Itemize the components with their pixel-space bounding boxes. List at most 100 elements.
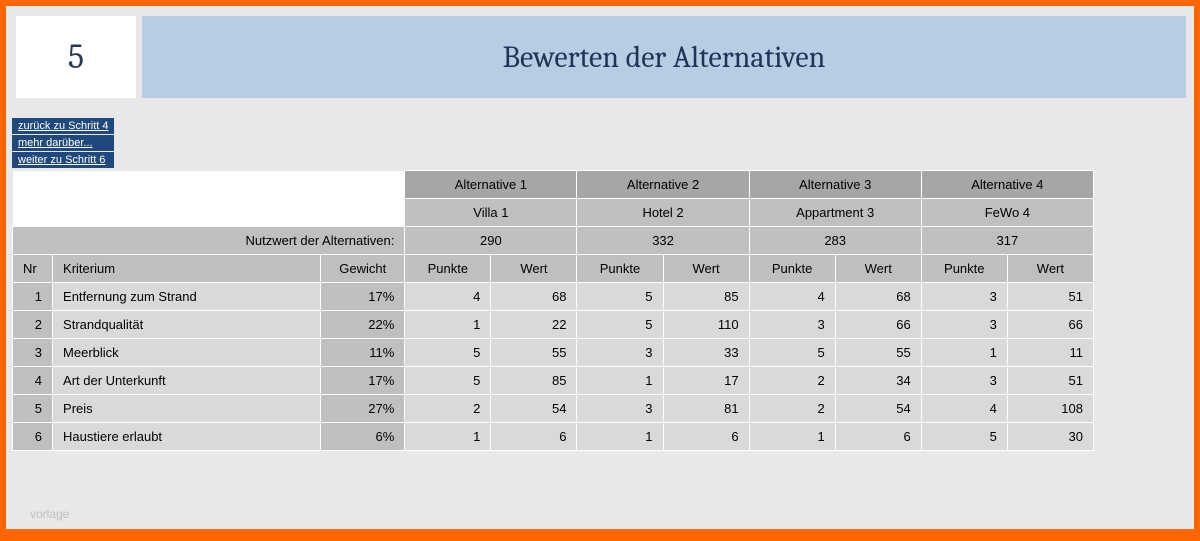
row-punkte: 3: [921, 311, 1007, 339]
row-punkte: 3: [921, 367, 1007, 395]
row-wert: 54: [491, 395, 577, 423]
row-kriterium: Preis: [53, 395, 321, 423]
row-punkte: 1: [749, 423, 835, 451]
row-punkte: 1: [405, 311, 491, 339]
nutzwert-1: 290: [405, 227, 577, 255]
nutzwert-3: 283: [749, 227, 921, 255]
col-punkte-1: Punkte: [405, 255, 491, 283]
col-punkte-2: Punkte: [577, 255, 663, 283]
row-gewicht: 27%: [321, 395, 405, 423]
row-punkte: 5: [405, 339, 491, 367]
row-wert: 55: [491, 339, 577, 367]
row-punkte: 2: [749, 395, 835, 423]
row-gewicht: 11%: [321, 339, 405, 367]
table-row: 1Entfernung zum Strand17%468585468351: [13, 283, 1094, 311]
row-wert: 33: [663, 339, 749, 367]
row-punkte: 3: [921, 283, 1007, 311]
row-punkte: 3: [749, 311, 835, 339]
col-wert-2: Wert: [663, 255, 749, 283]
row-punkte: 5: [921, 423, 1007, 451]
row-wert: 51: [1007, 283, 1093, 311]
row-wert: 54: [835, 395, 921, 423]
row-nr: 6: [13, 423, 53, 451]
row-punkte: 5: [577, 283, 663, 311]
row-wert: 6: [491, 423, 577, 451]
alt-header-1: Alternative 1: [405, 171, 577, 199]
row-kriterium: Strandqualität: [53, 311, 321, 339]
row-nr: 5: [13, 395, 53, 423]
row-kriterium: Art der Unterkunft: [53, 367, 321, 395]
alt-name-3: Appartment 3: [749, 199, 921, 227]
col-wert-1: Wert: [491, 255, 577, 283]
col-gewicht: Gewicht: [321, 255, 405, 283]
row-punkte: 4: [749, 283, 835, 311]
alt-header-4: Alternative 4: [921, 171, 1093, 199]
row-wert: 55: [835, 339, 921, 367]
row-wert: 66: [835, 311, 921, 339]
row-gewicht: 6%: [321, 423, 405, 451]
row-wert: 108: [1007, 395, 1093, 423]
row-nr: 3: [13, 339, 53, 367]
row-gewicht: 17%: [321, 283, 405, 311]
more-link[interactable]: mehr darüber...: [12, 135, 114, 151]
table-row: 3Meerblick11%555333555111: [13, 339, 1094, 367]
table-row: 4Art der Unterkunft17%585117234351: [13, 367, 1094, 395]
col-punkte-4: Punkte: [921, 255, 1007, 283]
watermark: vorlage: [30, 507, 69, 521]
row-punkte: 1: [405, 423, 491, 451]
row-punkte: 4: [405, 283, 491, 311]
alt-name-2: Hotel 2: [577, 199, 749, 227]
row-punkte: 5: [577, 311, 663, 339]
table-row: 5Preis27%2543812544108: [13, 395, 1094, 423]
row-wert: 85: [491, 367, 577, 395]
row-punkte: 3: [577, 339, 663, 367]
nutzwert-2: 332: [577, 227, 749, 255]
row-nr: 1: [13, 283, 53, 311]
back-link[interactable]: zurück zu Schritt 4: [12, 118, 114, 134]
evaluation-table: Alternative 1 Alternative 2 Alternative …: [12, 170, 1094, 451]
row-wert: 68: [491, 283, 577, 311]
alt-name-1: Villa 1: [405, 199, 577, 227]
row-wert: 68: [835, 283, 921, 311]
row-kriterium: Meerblick: [53, 339, 321, 367]
row-gewicht: 22%: [321, 311, 405, 339]
col-nr: Nr: [13, 255, 53, 283]
step-number: 5: [16, 16, 136, 98]
row-wert: 85: [663, 283, 749, 311]
row-punkte: 2: [749, 367, 835, 395]
row-kriterium: Haustiere erlaubt: [53, 423, 321, 451]
col-wert-4: Wert: [1007, 255, 1093, 283]
col-punkte-3: Punkte: [749, 255, 835, 283]
row-nr: 4: [13, 367, 53, 395]
header-band: 5 Bewerten der Alternativen: [6, 6, 1194, 98]
nav-stack: zurück zu Schritt 4 mehr darüber... weit…: [12, 118, 114, 168]
row-wert: 6: [663, 423, 749, 451]
row-wert: 66: [1007, 311, 1093, 339]
row-kriterium: Entfernung zum Strand: [53, 283, 321, 311]
row-wert: 30: [1007, 423, 1093, 451]
alt-header-3: Alternative 3: [749, 171, 921, 199]
next-link[interactable]: weiter zu Schritt 6: [12, 152, 114, 168]
table-row: 2Strandqualität22%1225110366366: [13, 311, 1094, 339]
row-punkte: 5: [749, 339, 835, 367]
page-title: Bewerten der Alternativen: [142, 16, 1186, 98]
row-wert: 11: [1007, 339, 1093, 367]
row-punkte: 1: [577, 423, 663, 451]
table-row: 6Haustiere erlaubt6%161616530: [13, 423, 1094, 451]
nutzwert-4: 317: [921, 227, 1093, 255]
row-wert: 34: [835, 367, 921, 395]
row-wert: 17: [663, 367, 749, 395]
row-punkte: 2: [405, 395, 491, 423]
nutzwert-label: Nutzwert der Alternativen:: [13, 227, 405, 255]
row-wert: 110: [663, 311, 749, 339]
row-wert: 81: [663, 395, 749, 423]
row-wert: 6: [835, 423, 921, 451]
row-punkte: 5: [405, 367, 491, 395]
row-punkte: 1: [577, 367, 663, 395]
row-wert: 51: [1007, 367, 1093, 395]
alt-name-4: FeWo 4: [921, 199, 1093, 227]
row-punkte: 4: [921, 395, 1007, 423]
row-punkte: 3: [577, 395, 663, 423]
col-kriterium: Kriterium: [53, 255, 321, 283]
row-nr: 2: [13, 311, 53, 339]
